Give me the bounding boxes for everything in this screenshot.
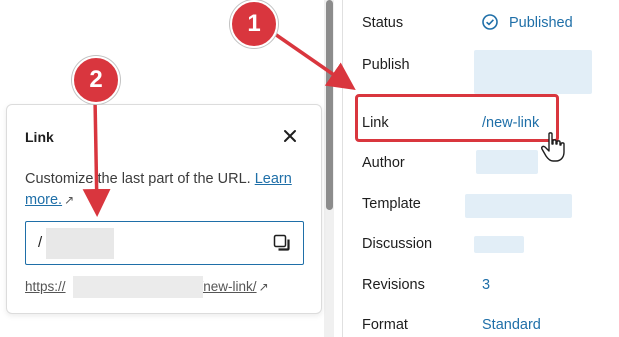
copy-icon[interactable] bbox=[272, 233, 292, 253]
close-icon[interactable] bbox=[279, 125, 301, 147]
discussion-label: Discussion bbox=[362, 236, 433, 252]
author-select[interactable] bbox=[476, 150, 538, 174]
permalink-external-icon: ↗ bbox=[258, 280, 269, 294]
sidebar-divider bbox=[342, 0, 343, 337]
description-text: Customize the last part of the URL. bbox=[25, 171, 251, 187]
revisions-label: Revisions bbox=[362, 277, 425, 293]
slug-field[interactable]: / bbox=[25, 221, 304, 265]
popover-title: Link bbox=[25, 129, 54, 145]
link-value-button[interactable]: /new-link bbox=[482, 114, 539, 132]
status-label: Status bbox=[362, 15, 404, 31]
published-check-icon bbox=[482, 14, 498, 30]
author-label: Author bbox=[362, 155, 405, 171]
link-label: Link bbox=[362, 115, 389, 131]
external-link-icon: ↗ bbox=[64, 193, 75, 207]
editor-scrollbar-thumb[interactable] bbox=[326, 0, 333, 210]
permalink-suffix: /new-link/ bbox=[199, 279, 257, 294]
format-select[interactable]: Standard bbox=[482, 316, 541, 334]
annotation-badge-1: 1 bbox=[230, 0, 278, 48]
permalink-redacted bbox=[73, 276, 203, 298]
permalink-prefix: https:// bbox=[25, 279, 66, 294]
publish-label: Publish bbox=[362, 57, 410, 73]
publish-date-button[interactable] bbox=[474, 50, 592, 94]
popover-description: Customize the last part of the URL. Lear… bbox=[25, 169, 305, 211]
status-value-button[interactable]: Published bbox=[509, 14, 573, 32]
format-label: Format bbox=[362, 317, 408, 333]
slug-input[interactable] bbox=[50, 228, 250, 258]
annotation-badge-2: 2 bbox=[72, 56, 120, 104]
hand-cursor-icon bbox=[541, 132, 565, 162]
slug-prefix: / bbox=[38, 234, 43, 251]
template-button[interactable] bbox=[465, 194, 572, 218]
link-popover: Link Customize the last part of the URL.… bbox=[6, 104, 322, 314]
discussion-button[interactable] bbox=[474, 236, 524, 253]
template-label: Template bbox=[362, 196, 421, 212]
revisions-count-link[interactable]: 3 bbox=[482, 276, 490, 294]
